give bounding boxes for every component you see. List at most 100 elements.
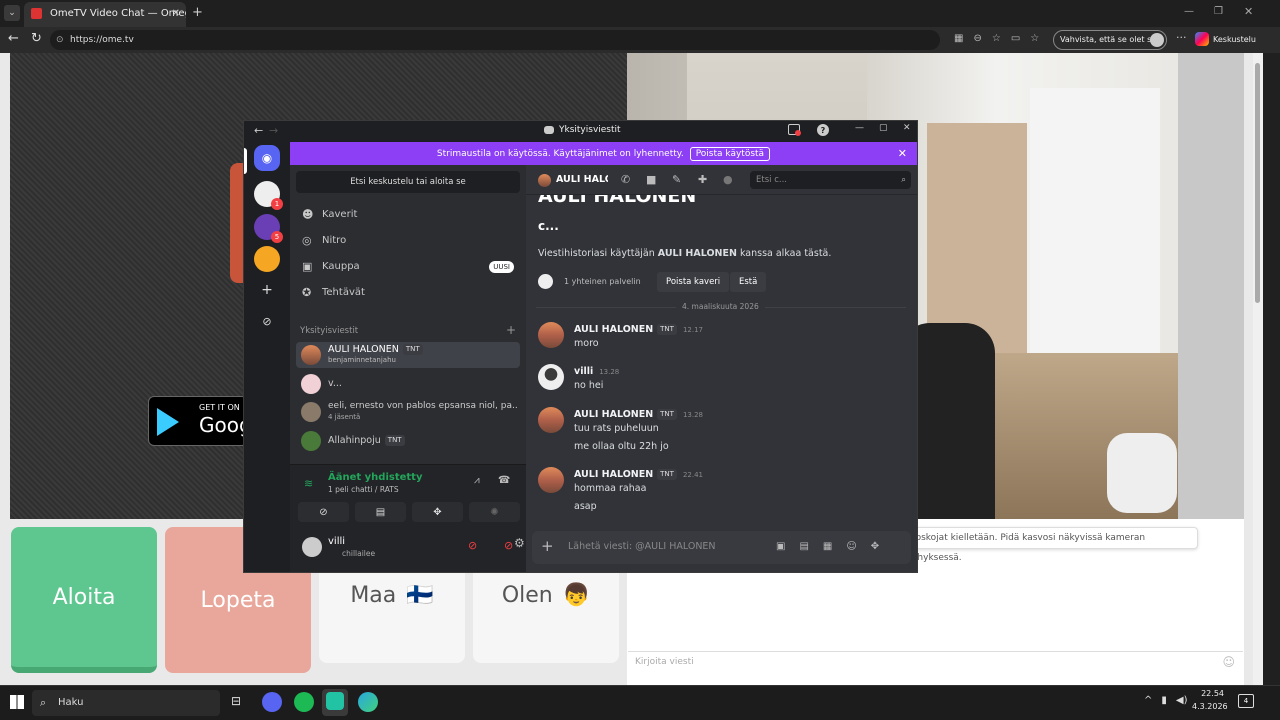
close-window-icon[interactable]: ✕ — [1244, 5, 1253, 18]
nav-shop[interactable]: ▣ Kauppa UUSI — [296, 255, 520, 279]
minimize-icon[interactable]: — — [1184, 6, 1194, 17]
clock-date[interactable]: 4.3.2026 — [1192, 702, 1228, 711]
tray-expand-icon[interactable]: ^ — [1144, 695, 1152, 706]
attach-plus-icon[interactable]: + — [541, 537, 554, 555]
nav-quests[interactable]: ✪ Tehtävät — [296, 281, 520, 305]
favorite-star-icon[interactable]: ☆ — [992, 33, 1001, 44]
wallpaper-app-taskbar-icon[interactable] — [326, 692, 344, 710]
server-1-icon[interactable]: 1 — [254, 181, 283, 210]
message-avatar[interactable] — [538, 364, 564, 390]
windows-start-icon[interactable] — [10, 695, 24, 709]
message-composer[interactable]: + Lähetä viesti: @AULI HALONEN ▣ ▤ ▦ ☺ ✥ — [532, 531, 911, 564]
mutual-servers[interactable]: 1 yhteinen palvelin — [564, 277, 641, 286]
user-avatar[interactable] — [302, 537, 322, 557]
inbox-icon[interactable] — [788, 124, 801, 136]
nav-friends[interactable]: ☻ Kaverit — [296, 203, 520, 227]
discord-minimize-icon[interactable]: — — [855, 123, 864, 133]
favorites-icon[interactable]: ☆ — [1030, 33, 1039, 44]
back-icon[interactable]: ← — [8, 31, 19, 46]
activities-icon[interactable]: ✥ — [412, 502, 463, 522]
zoom-icon[interactable]: ⊖ — [973, 33, 981, 44]
header-name[interactable]: AULI HALONEN — [556, 174, 608, 185]
message-author[interactable]: AULI HALONEN — [574, 469, 653, 480]
gift-icon[interactable]: ▣ — [776, 541, 785, 552]
close-banner-icon[interactable]: ✕ — [898, 147, 907, 160]
scrollbar-thumb[interactable] — [1255, 63, 1260, 303]
message-author[interactable]: villi — [574, 366, 593, 377]
screen-share-icon[interactable]: ▤ — [355, 502, 406, 522]
voice-status[interactable]: Äänet yhdistetty — [328, 472, 422, 483]
browser-tab[interactable]: OmeTV Video Chat — Omeg ✕ — [24, 2, 186, 27]
apps-icon[interactable]: ✥ — [871, 541, 879, 552]
camera-off-icon[interactable]: ⊘ — [298, 502, 349, 522]
call-icon[interactable]: ✆ — [621, 173, 630, 186]
site-info-icon[interactable]: ⊙ — [56, 30, 64, 50]
nav-back-icon[interactable]: ← — [254, 124, 263, 137]
google-play-badge[interactable]: GET IT ON Goog — [148, 396, 248, 446]
profile-icon[interactable]: ● — [723, 173, 733, 186]
dm-search-button[interactable]: Etsi keskustelu tai aloita se — [296, 171, 520, 193]
discord-taskbar-icon[interactable] — [262, 692, 282, 712]
tab-layout-icon[interactable]: ▦ — [954, 33, 963, 44]
remove-friend-button[interactable]: Poista kaveri — [657, 272, 730, 292]
nav-forward-icon[interactable]: → — [269, 124, 278, 137]
mutual-server-icon[interactable] — [538, 274, 553, 289]
message-avatar[interactable] — [538, 322, 564, 348]
clock-time[interactable]: 22.54 — [1200, 689, 1224, 698]
dm-item-allahinpoju[interactable]: Allahinpoju TNT — [296, 428, 520, 454]
noise-suppression-icon[interactable]: ⩘ — [474, 475, 480, 486]
disconnect-icon[interactable]: ☎ — [498, 475, 510, 486]
page-scrollbar[interactable] — [1253, 53, 1263, 685]
nav-nitro[interactable]: ◎ Nitro — [296, 229, 520, 253]
chat-message-input[interactable]: Kirjoita viesti ☺ — [628, 651, 1243, 671]
profile-confirm-button[interactable]: Vahvista, että se olet sinä — [1053, 30, 1167, 50]
create-dm-icon[interactable]: + — [506, 323, 516, 337]
close-tab-icon[interactable]: ✕ — [172, 2, 180, 25]
headphones-muted-icon[interactable]: ⊘ — [504, 539, 513, 552]
discord-maximize-icon[interactable]: ▢ — [879, 123, 888, 133]
server-3-icon[interactable] — [254, 246, 280, 272]
task-view-icon[interactable]: ⊟ — [231, 694, 241, 708]
volume-icon[interactable]: ◀) — [1176, 695, 1188, 706]
message-author[interactable]: AULI HALONEN — [574, 324, 653, 335]
discord-home-icon[interactable]: ◉ — [254, 145, 280, 171]
message-avatar[interactable] — [538, 467, 564, 493]
add-server-icon[interactable]: + — [254, 277, 280, 303]
dm-item-auli[interactable]: AULI HALONEN TNT benjaminnetanjahu — [296, 342, 520, 368]
maximize-icon[interactable]: ❐ — [1214, 6, 1223, 17]
edge-taskbar-icon[interactable] — [358, 692, 378, 712]
dm-search-input[interactable]: Etsi c... ⌕ — [750, 171, 911, 189]
settings-icon[interactable]: ⚙ — [514, 536, 525, 550]
mic-muted-icon[interactable]: ⊘ — [468, 539, 477, 552]
more-options-icon[interactable]: ··· — [1176, 31, 1187, 44]
tab-actions-icon[interactable]: ⌄ — [4, 5, 20, 21]
microphone-icon[interactable]: ▮ — [1161, 695, 1167, 706]
new-tab-icon[interactable]: + — [192, 5, 203, 20]
video-call-icon[interactable]: ■ — [646, 173, 656, 186]
emoji-picker-icon[interactable]: ☺ — [846, 541, 856, 552]
notifications-icon[interactable]: 4 — [1238, 694, 1254, 708]
message-author[interactable]: AULI HALONEN — [574, 409, 653, 420]
soundboard-icon[interactable]: ✺ — [469, 502, 520, 522]
pin-icon[interactable]: ✎ — [672, 173, 681, 186]
discover-icon[interactable]: ⊘ — [254, 308, 280, 334]
voice-channel[interactable]: 1 peli chatti / RATS — [328, 485, 399, 494]
gif-icon[interactable]: ▤ — [799, 541, 808, 552]
refresh-icon[interactable]: ↻ — [31, 31, 42, 46]
extension-icon[interactable]: ▭ — [1011, 33, 1020, 44]
emoji-icon[interactable]: ☺ — [1222, 652, 1235, 672]
copilot-button[interactable]: Keskustelu — [1195, 32, 1256, 46]
taskbar-search[interactable]: ⌕ Haku — [32, 690, 220, 716]
url-field[interactable]: ⊙ https://ome.tv — [50, 30, 940, 50]
discord-close-icon[interactable]: ✕ — [903, 123, 911, 133]
block-button[interactable]: Estä — [730, 272, 767, 292]
disable-streamer-mode-button[interactable]: Poista käytöstä — [689, 146, 771, 161]
start-button[interactable]: Aloita — [11, 527, 157, 673]
dm-item-v[interactable]: v... — [296, 371, 520, 397]
dm-item-group[interactable]: eeli, ernesto von pablos epsansa niol, p… — [296, 399, 520, 425]
help-icon[interactable]: ? — [817, 124, 829, 136]
message-avatar[interactable] — [538, 407, 564, 433]
add-friend-icon[interactable]: ✚ — [698, 173, 707, 186]
server-2-icon[interactable]: 5 — [254, 214, 283, 243]
spotify-taskbar-icon[interactable] — [294, 692, 314, 712]
